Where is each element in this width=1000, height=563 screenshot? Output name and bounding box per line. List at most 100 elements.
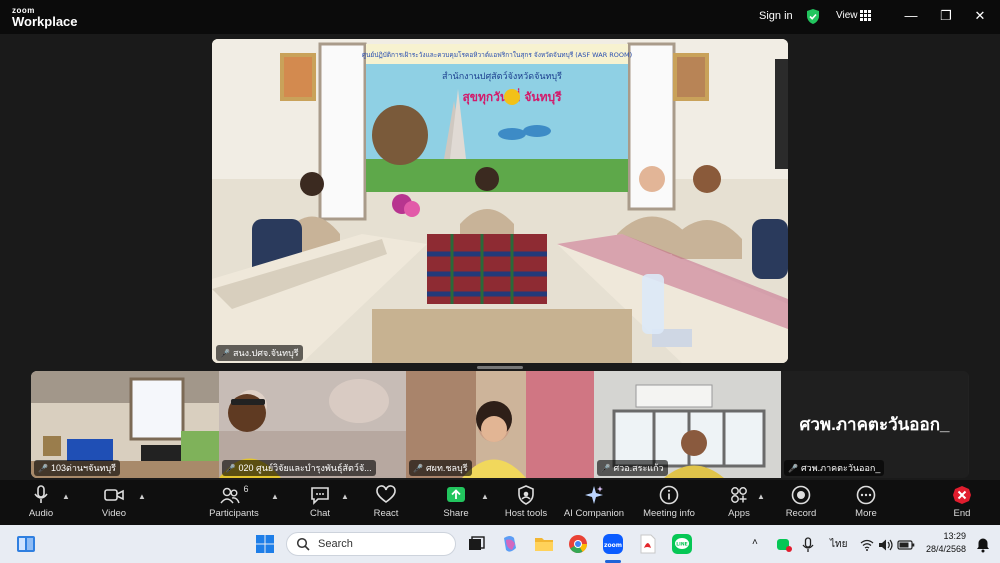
chat-options-chevron-icon[interactable]: ▲ — [341, 492, 349, 501]
participant-tile[interactable]: 🎤 ศผท.ชลบุรี — [406, 371, 594, 478]
active-speaker-name: สนง.ปศจ.จันทบุรี — [232, 348, 299, 358]
mic-muted-icon: 🎤 — [38, 463, 48, 473]
end-meeting-icon — [953, 486, 971, 504]
react-button[interactable]: React — [370, 484, 402, 522]
share-label: Share — [443, 508, 469, 519]
host-tools-button[interactable]: Host tools — [500, 484, 552, 522]
tray-app-icon[interactable] — [773, 534, 795, 556]
participant-tile[interactable]: 🎤 103ด่านฯจันทบุรี — [31, 371, 219, 478]
participants-button[interactable]: 6 Participants — [205, 484, 263, 522]
system-clock[interactable]: 13:29 28/4/2568 — [916, 530, 966, 556]
participant-strip: 🎤 103ด่านฯจันทบุรี 🎤 020 ศูนย์วิจัยและบำ… — [31, 371, 969, 478]
apps-icon — [731, 487, 747, 503]
participant-name: ศวพ.ภาคตะวันออก_ — [800, 463, 881, 473]
more-dots-icon — [856, 485, 876, 505]
ai-companion-label: AI Companion — [563, 508, 625, 519]
zoom-workplace-logo: zoom Workplace — [12, 6, 78, 28]
ai-companion-button[interactable]: AI Companion — [561, 484, 627, 522]
video-label: Video — [101, 508, 127, 519]
participant-tile[interactable]: ศวพ.ภาคตะวันออก_ 🎤 ศวพ.ภาคตะวันออก_ — [781, 371, 969, 478]
meeting-room-scene: ศูนย์ปฏิบัติการเฝ้าระวังและควบคุมโรคอหิว… — [212, 39, 788, 363]
meeting-stage: ศูนย์ปฏิบัติการเฝ้าระวังและควบคุมโรคอหิว… — [0, 34, 1000, 480]
mic-muted-icon: 🎤 — [788, 463, 798, 473]
copilot-icon[interactable] — [499, 533, 521, 555]
show-hidden-icons-chevron-icon[interactable]: ˄ — [752, 537, 758, 548]
record-icon — [791, 485, 811, 505]
input-language-indicator[interactable]: ไทย — [830, 537, 847, 552]
chrome-icon[interactable] — [567, 533, 589, 555]
participant-name-tag: 🎤 103ด่านฯจันทบุรี — [34, 460, 120, 476]
grid-view-icon[interactable] — [860, 10, 871, 21]
audio-button[interactable]: Audio — [24, 484, 58, 522]
participant-tile[interactable]: 🎤 020 ศูนย์วิจัยและบำรุงพันธุ์สัตว์จั... — [218, 371, 406, 478]
clock-time: 13:29 — [943, 531, 966, 541]
microphone-in-use-icon[interactable] — [797, 534, 819, 556]
video-button[interactable]: Video — [97, 484, 131, 522]
start-menu-icon[interactable] — [254, 533, 276, 555]
volume-icon[interactable] — [875, 534, 897, 556]
mic-muted-icon: 🎤 — [220, 348, 230, 358]
participant-name-tag: 🎤 ศวพ.ภาคตะวันออก_ — [784, 460, 885, 476]
react-label: React — [373, 508, 399, 519]
host-shield-icon — [518, 485, 534, 505]
microphone-icon — [34, 485, 48, 503]
task-view-icon[interactable] — [465, 533, 487, 555]
video-camera-icon — [104, 489, 124, 501]
end-meeting-button[interactable]: End — [948, 484, 976, 522]
participant-name: ศวอ.สระแก้ว — [613, 463, 664, 473]
participants-options-chevron-icon[interactable]: ▲ — [271, 492, 279, 501]
active-speaker-name-tag: 🎤 สนง.ปศจ.จันทบุรี — [216, 345, 303, 361]
battery-icon[interactable] — [895, 534, 917, 556]
pdf-reader-icon[interactable] — [637, 533, 659, 555]
line-app-icon[interactable]: LINE — [671, 533, 693, 555]
title-bar: zoom Workplace Sign in View — ❐ ✕ — [0, 0, 1000, 34]
more-button[interactable]: More — [851, 484, 881, 522]
share-button[interactable]: Share — [440, 484, 472, 522]
participants-label: Participants — [209, 508, 259, 519]
participant-name-tag: 🎤 ศวอ.สระแก้ว — [596, 460, 668, 476]
zoom-app-icon[interactable]: zoom — [602, 533, 624, 555]
record-label: Record — [785, 508, 817, 519]
participants-icon — [220, 487, 241, 504]
participant-tile[interactable]: 🎤 ศวอ.สระแก้ว — [593, 371, 781, 478]
info-icon — [659, 485, 679, 505]
windows-taskbar: Search zoom LINE ˄ ไทย 13:29 28/4/2568 — [0, 525, 1000, 563]
restore-icon[interactable]: ❐ — [938, 8, 954, 24]
audio-label: Audio — [28, 508, 54, 519]
apps-label: Apps — [728, 508, 750, 519]
resize-handle[interactable] — [477, 366, 523, 369]
audio-options-chevron-icon[interactable]: ▲ — [62, 492, 70, 501]
minimize-icon[interactable]: — — [903, 8, 919, 24]
search-placeholder: Search — [318, 538, 353, 550]
chat-bubble-icon — [311, 487, 329, 505]
ai-sparkle-icon — [585, 486, 603, 504]
apps-button[interactable]: Apps — [724, 484, 754, 522]
encryption-shield-icon[interactable] — [805, 8, 821, 25]
view-button[interactable]: View — [836, 10, 858, 21]
file-explorer-icon[interactable] — [533, 533, 555, 555]
more-label: More — [855, 508, 877, 519]
close-icon[interactable]: ✕ — [972, 8, 988, 24]
svg-text:สำนักงานปศุสัตว์จังหวัดจันทบุร: สำนักงานปศุสัตว์จังหวัดจันทบุรี — [442, 70, 562, 82]
active-speaker-video[interactable]: ศูนย์ปฏิบัติการเฝ้าระวังและควบคุมโรคอหิว… — [212, 39, 788, 363]
mic-muted-icon: 🎤 — [225, 463, 236, 473]
end-label: End — [953, 508, 971, 519]
host-tools-label: Host tools — [504, 508, 548, 519]
meeting-info-label: Meeting info — [643, 508, 695, 519]
apps-options-chevron-icon[interactable]: ▲ — [757, 492, 765, 501]
svg-text:LINE: LINE — [676, 542, 687, 548]
banner-title: ศูนย์ปฏิบัติการเฝ้าระวังและควบคุมโรคอหิว… — [362, 51, 632, 59]
record-button[interactable]: Record — [785, 484, 817, 522]
notifications-icon[interactable] — [972, 534, 994, 556]
sign-in-button[interactable]: Sign in — [759, 10, 793, 22]
taskbar-search-box[interactable]: Search — [286, 532, 456, 556]
chat-label: Chat — [309, 508, 331, 519]
video-options-chevron-icon[interactable]: ▲ — [138, 492, 146, 501]
share-options-chevron-icon[interactable]: ▲ — [481, 492, 489, 501]
chat-button[interactable]: Chat — [305, 484, 335, 522]
participant-name-tag: 🎤 ศผท.ชลบุรี — [409, 460, 472, 476]
meeting-info-button[interactable]: Meeting info — [639, 484, 699, 522]
widgets-icon[interactable] — [15, 533, 37, 555]
mic-muted-icon: 🎤 — [413, 463, 423, 473]
participant-name-tag: 🎤 020 ศูนย์วิจัยและบำรุงพันธุ์สัตว์จั... — [221, 460, 376, 476]
